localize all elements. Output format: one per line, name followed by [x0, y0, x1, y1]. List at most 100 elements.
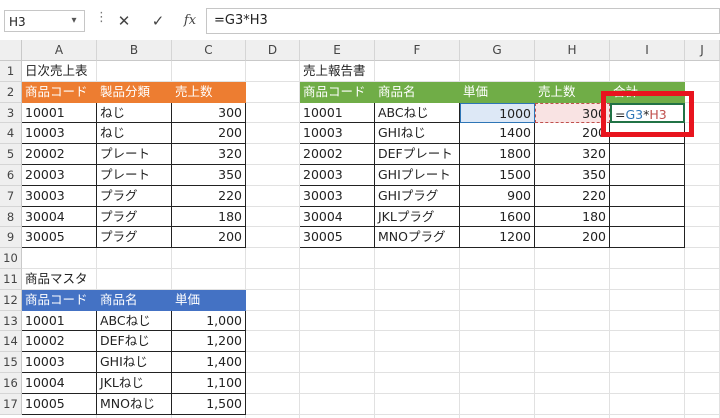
column-header-i[interactable]: I — [610, 40, 685, 61]
column-header-g[interactable]: G — [460, 40, 535, 61]
referenced-cell-g3[interactable]: 1000 — [460, 102, 535, 124]
row-header-5[interactable]: 5 — [0, 144, 22, 165]
table-cell[interactable]: プレート — [97, 165, 172, 186]
column-header-b[interactable]: B — [97, 40, 172, 61]
row-header-16[interactable]: 16 — [0, 373, 22, 394]
table-header[interactable]: 商品名 — [375, 81, 460, 103]
table-cell[interactable]: ねじ — [97, 123, 172, 145]
row-header-10[interactable]: 10 — [0, 248, 22, 269]
row-header-11[interactable]: 11 — [0, 269, 22, 290]
table-cell[interactable]: JKLねじ — [97, 373, 172, 394]
total-cell[interactable] — [610, 185, 685, 207]
table-cell[interactable]: 1,500 — [172, 393, 246, 415]
table-cell[interactable]: 1200 — [460, 227, 535, 249]
select-all-corner[interactable] — [0, 40, 22, 61]
table-cell[interactable]: 30003 — [22, 185, 97, 207]
table-cell[interactable]: 180 — [535, 206, 610, 228]
row-header-12[interactable]: 12 — [0, 289, 22, 311]
column-header-f[interactable]: F — [375, 40, 460, 61]
table-cell[interactable]: 10003 — [22, 352, 97, 373]
table-cell[interactable]: 20002 — [22, 144, 97, 165]
table-cell[interactable]: GHIプラグ — [375, 185, 460, 207]
column-header-e[interactable]: E — [300, 40, 375, 61]
drag-handle-icon[interactable]: ⋮ — [95, 10, 108, 25]
table-cell[interactable]: 30004 — [22, 206, 97, 228]
sales-report-title[interactable]: 売上報告書 — [300, 61, 375, 82]
table-cell[interactable]: 20003 — [22, 165, 97, 186]
table-cell[interactable]: 1600 — [460, 206, 535, 228]
table-cell[interactable]: DEFプレート — [375, 144, 460, 165]
table-cell[interactable]: 10001 — [22, 310, 97, 332]
table-cell[interactable]: 10003 — [22, 123, 97, 145]
table-header[interactable]: 商品コード — [22, 81, 97, 103]
table-cell[interactable]: 30003 — [300, 185, 375, 207]
row-header-6[interactable]: 6 — [0, 165, 22, 186]
table-header[interactable]: 商品コード — [22, 289, 97, 311]
row-header-14[interactable]: 14 — [0, 331, 22, 353]
table-cell[interactable]: 30004 — [300, 206, 375, 228]
table-cell[interactable]: ABCねじ — [97, 310, 172, 332]
table-cell[interactable]: JKLプラグ — [375, 206, 460, 228]
row-header-7[interactable]: 7 — [0, 185, 22, 207]
table-cell[interactable]: GHIねじ — [375, 123, 460, 145]
row-header-8[interactable]: 8 — [0, 206, 22, 228]
table-cell[interactable]: 10001 — [300, 102, 375, 124]
referenced-cell-h3[interactable]: 300 — [535, 102, 610, 124]
table-cell[interactable]: プラグ — [97, 227, 172, 249]
table-cell[interactable]: 180 — [172, 206, 246, 228]
table-cell[interactable]: 320 — [535, 144, 610, 165]
table-cell[interactable]: 1,100 — [172, 373, 246, 394]
table-cell[interactable]: 10002 — [22, 331, 97, 353]
enter-icon[interactable]: ✓ — [144, 9, 172, 33]
table-cell[interactable]: 10003 — [300, 123, 375, 145]
row-header-3[interactable]: 3 — [0, 102, 22, 124]
table-header[interactable]: 単価 — [172, 289, 246, 311]
table-cell[interactable]: プレート — [97, 144, 172, 165]
row-header-15[interactable]: 15 — [0, 352, 22, 373]
insert-function-icon[interactable]: fx — [176, 9, 204, 33]
row-header-2[interactable]: 2 — [0, 81, 22, 103]
table-cell[interactable]: ABCねじ — [375, 102, 460, 124]
table-cell[interactable]: 200 — [172, 123, 246, 145]
table-cell[interactable]: 30005 — [22, 227, 97, 249]
table-header[interactable]: 製品分類 — [97, 81, 172, 103]
row-header-13[interactable]: 13 — [0, 310, 22, 332]
table-cell[interactable]: DEFねじ — [97, 331, 172, 353]
total-cell[interactable] — [610, 165, 685, 186]
table-header[interactable]: 商品コード — [300, 81, 375, 103]
table-header[interactable]: 売上数 — [535, 81, 610, 103]
total-cell[interactable] — [610, 206, 685, 228]
total-cell[interactable] — [610, 227, 685, 249]
row-header-17[interactable]: 17 — [0, 393, 22, 415]
cancel-icon[interactable]: ✕ — [110, 9, 138, 33]
table-cell[interactable]: プラグ — [97, 206, 172, 228]
row-header-1[interactable]: 1 — [0, 61, 22, 82]
table-cell[interactable]: 20002 — [300, 144, 375, 165]
table-cell[interactable]: 10001 — [22, 102, 97, 124]
table-cell[interactable]: 1,400 — [172, 352, 246, 373]
column-header-c[interactable]: C — [172, 40, 246, 61]
product-master-title[interactable]: 商品マスタ — [22, 269, 97, 290]
column-header-h[interactable]: H — [535, 40, 610, 61]
table-cell[interactable]: 1500 — [460, 165, 535, 186]
table-cell[interactable]: GHIプレート — [375, 165, 460, 186]
table-cell[interactable]: 1,200 — [172, 331, 246, 353]
table-cell[interactable]: 1400 — [460, 123, 535, 145]
table-cell[interactable]: 1800 — [460, 144, 535, 165]
row-header-4[interactable]: 4 — [0, 123, 22, 145]
table-cell[interactable]: 350 — [535, 165, 610, 186]
table-cell[interactable]: 350 — [172, 165, 246, 186]
table-cell[interactable]: 220 — [535, 185, 610, 207]
table-cell[interactable]: 320 — [172, 144, 246, 165]
column-header-d[interactable]: D — [246, 40, 300, 61]
table-cell[interactable]: 220 — [172, 185, 246, 207]
table-cell[interactable]: MNOねじ — [97, 393, 172, 415]
formula-input[interactable]: =G3*H3 — [206, 8, 720, 34]
name-box-dropdown-icon[interactable]: ▾ — [66, 12, 82, 30]
table-header[interactable]: 単価 — [460, 81, 535, 103]
daily-sales-title[interactable]: 日次売上表 — [22, 61, 97, 82]
table-cell[interactable]: GHIねじ — [97, 352, 172, 373]
table-cell[interactable]: 20003 — [300, 165, 375, 186]
table-header[interactable]: 売上数 — [172, 81, 246, 103]
table-cell[interactable]: 900 — [460, 185, 535, 207]
